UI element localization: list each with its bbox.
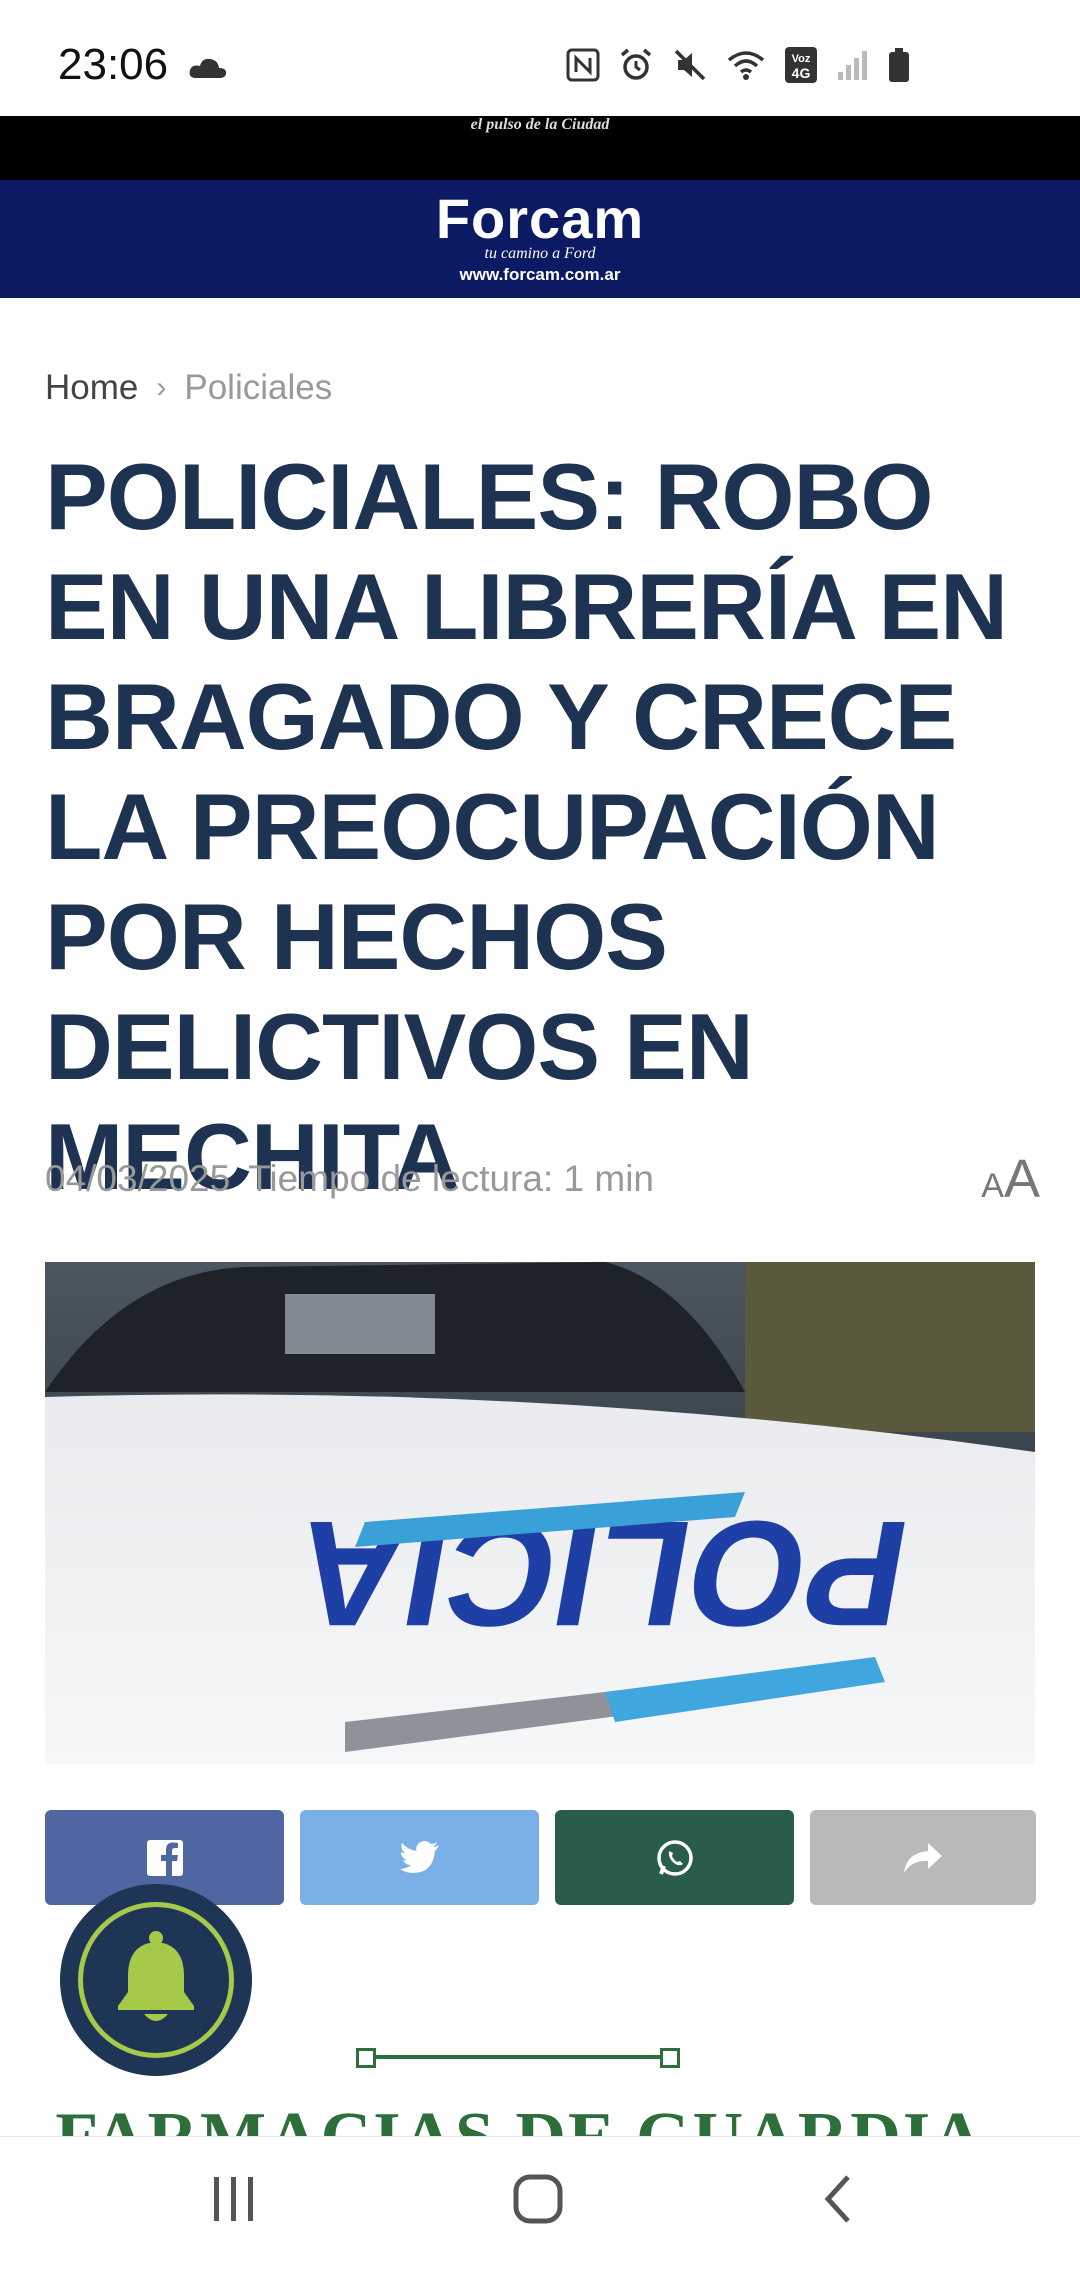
share-twitter-button[interactable] — [300, 1810, 539, 1905]
notification-bell-button[interactable] — [60, 1884, 252, 2076]
bell-icon — [118, 1931, 194, 2021]
reading-time: Tiempo de lectura: 1 min — [248, 1158, 654, 1199]
signal-icon — [838, 51, 867, 80]
share-whatsapp-button[interactable] — [555, 1810, 794, 1905]
status-icons: Voz 4G — [566, 46, 910, 84]
battery-icon — [889, 48, 909, 82]
article-date: 04/03/2025 — [45, 1158, 231, 1199]
share-more-button[interactable] — [810, 1810, 1036, 1905]
system-nav-bar — [0, 2136, 1080, 2281]
wifi-icon — [727, 51, 765, 80]
breadcrumb: Home › Policiales — [45, 368, 332, 408]
article-title: POLICIALES: ROBO EN UNA LIBRERÍA EN BRAG… — [45, 444, 1008, 1209]
banner-brand: Forcam — [435, 187, 645, 250]
font-size-small-icon: A — [981, 1167, 1004, 1205]
banner-url: www.forcam.com.ar — [459, 265, 621, 284]
chevron-right-icon: › — [156, 371, 167, 404]
font-size-large-icon: A — [1003, 1149, 1040, 1209]
cloud-icon — [189, 58, 227, 78]
recent-apps-button[interactable] — [210, 2173, 258, 2225]
whatsapp-icon — [656, 1839, 693, 1876]
facebook-icon — [146, 1839, 183, 1877]
volte-4g-icon: Voz4G — [785, 47, 817, 83]
svg-text:4G: 4G — [792, 65, 811, 81]
ad-divider — [362, 2055, 672, 2059]
ad-divider-dot — [356, 2048, 376, 2068]
alarm-icon — [620, 48, 652, 80]
twitter-icon — [399, 1840, 439, 1873]
status-bar: 23:06 Voz 4G — [0, 0, 1080, 116]
nfc-icon — [566, 48, 600, 82]
ad-divider-dot — [660, 2048, 680, 2068]
site-tagline: el pulso de la Ciudad — [470, 116, 610, 133]
back-button[interactable] — [818, 2173, 858, 2225]
police-car-image: POLICIA — [45, 1262, 1035, 1764]
mute-icon — [674, 49, 706, 81]
home-button[interactable] — [512, 2173, 564, 2225]
ad-heading: FARMACIAS DE GUARDIA — [0, 2098, 1040, 2136]
status-time: 23:06 — [58, 40, 169, 89]
bell-ring — [78, 1902, 234, 2058]
banner-subtitle: tu camino a Ford — [484, 245, 596, 262]
site-header: el pulso de la Ciudad — [0, 116, 1080, 180]
article-meta: 04/03/2025 Tiempo de lectura: 1 min — [45, 1158, 654, 1200]
breadcrumb-home[interactable]: Home — [45, 368, 138, 408]
svg-text:Voz: Voz — [792, 53, 811, 65]
breadcrumb-current[interactable]: Policiales — [184, 368, 332, 408]
forcam-banner[interactable]: Forcam tu camino a Ford www.forcam.com.a… — [0, 180, 1080, 298]
share-icon — [904, 1842, 942, 1873]
font-size-toggle[interactable]: AA — [981, 1148, 1040, 1210]
article-image: POLICIA — [45, 1262, 1035, 1764]
